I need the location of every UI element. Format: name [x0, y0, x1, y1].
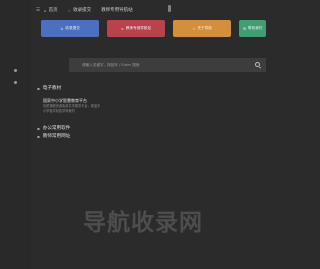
section-title-textbooks: ▪ 电子教材 [37, 85, 62, 92]
quick-button-submit[interactable]: ♙ 收录提交 [41, 20, 99, 37]
sidebar-dot-icon[interactable] [14, 69, 17, 72]
watermark-text: 导航收录网 [83, 210, 203, 236]
theme-toggle-button[interactable] [168, 5, 171, 12]
nav-item-label: 收录提交 [73, 8, 92, 13]
user-icon: ♙ [60, 26, 64, 31]
section-title-label: 教师常用网址 [42, 134, 71, 139]
home-icon: ⌂ [44, 7, 47, 13]
nav-item-label: 教师专用导航站 [101, 8, 133, 13]
star-icon: ☆ [192, 26, 196, 31]
menu-toggle-icon[interactable]: ☰ [36, 8, 40, 13]
quick-button-contact[interactable]: ✉ 联系我们 [239, 20, 266, 37]
mail-icon: ✉ [243, 26, 247, 31]
section-title-label: 电子教材 [42, 86, 62, 91]
star-icon: ☆ [67, 7, 72, 13]
nav-item-submit[interactable]: ☆ 收录提交 [67, 7, 92, 14]
quick-button-teacher-nav[interactable]: ∞ 教师专用导航站 [107, 20, 165, 37]
site-card-description: 优质课程资源免费共享服务平台，覆盖中小学各学段各学科教材 [43, 104, 101, 113]
top-navigation: ☰ ⌂ 首页 ☆ 收录提交 教师专用导航站 [36, 5, 143, 15]
quick-button-label: 收录提交 [65, 26, 80, 30]
search-icon[interactable] [255, 62, 260, 67]
quick-button-label: 关于导航 [197, 26, 212, 30]
globe-icon: ▪ [37, 133, 40, 139]
link-icon: ∞ [120, 26, 124, 31]
nav-item-home[interactable]: ⌂ 首页 [44, 7, 58, 14]
search-placeholder: 请输入关键字，按回车 / Enter 搜索 [82, 62, 140, 67]
left-sidebar [0, 0, 31, 269]
sidebar-dot-icon[interactable] [14, 81, 17, 84]
search-input[interactable]: 请输入关键字，按回车 / Enter 搜索 [69, 58, 266, 72]
section-title-office-software: ▪ 办公常用软件 [37, 125, 71, 132]
quick-button-label: 教师专用导航站 [125, 26, 152, 30]
nav-item-teacher-nav[interactable]: 教师专用导航站 [101, 7, 133, 13]
section-title-label: 办公常用软件 [42, 126, 71, 131]
nav-item-label: 首页 [48, 8, 58, 13]
quick-button-about[interactable]: ☆ 关于导航 [173, 20, 231, 37]
book-icon: ▪ [37, 85, 40, 91]
folder-icon: ▪ [37, 125, 40, 131]
section-title-teacher-sites: ▪ 教师常用网址 [37, 133, 71, 140]
quick-button-label: 联系我们 [248, 26, 263, 30]
